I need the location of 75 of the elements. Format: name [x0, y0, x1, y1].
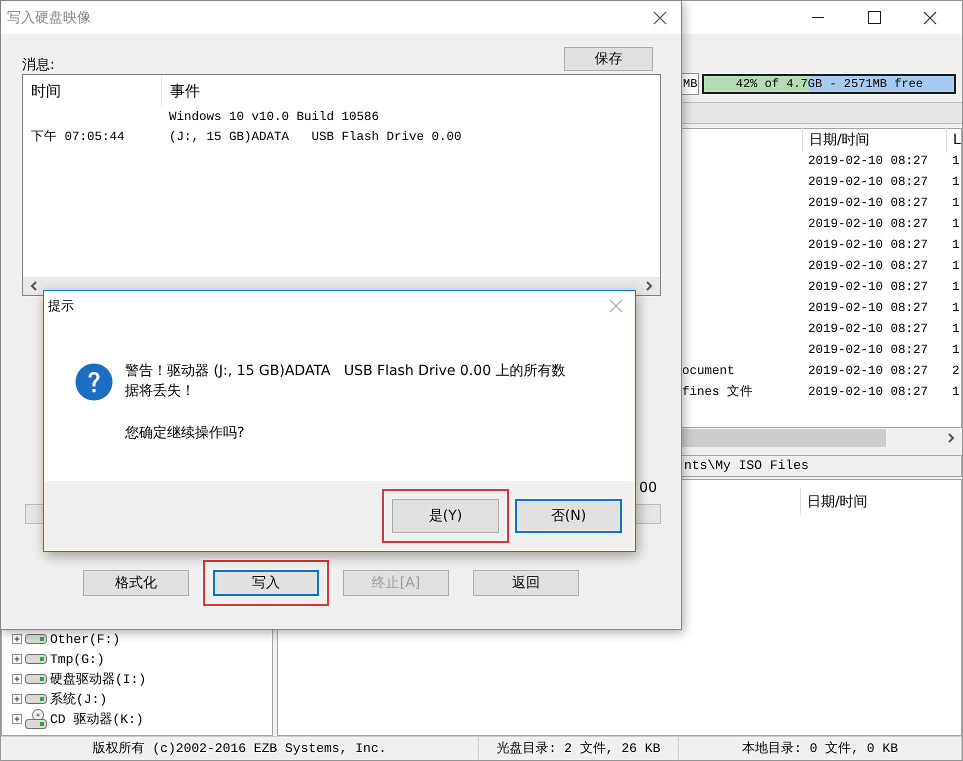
status-text: 本地目录: 0 文件, 0 KB [679, 737, 962, 760]
capacity-label: 42% of 4.7GB - 2571MB free [734, 76, 924, 92]
column-header[interactable]: 日期/时间 [802, 126, 946, 152]
expand-icon[interactable] [12, 654, 22, 664]
tree-item[interactable]: Other(F:) [50, 632, 120, 646]
table-cell-text: 1 [951, 154, 961, 168]
column-header[interactable]: L [946, 126, 961, 152]
status-text: 光盘目录: 2 文件, 26 KB [479, 737, 679, 760]
status-text: 版权所有 (c)2002-2016 EZB Systems, Inc. [1, 737, 479, 760]
drive-icon [25, 674, 47, 684]
close-icon [923, 10, 937, 24]
chevron-left-icon [30, 281, 38, 291]
expand-icon[interactable] [12, 694, 22, 704]
date-cell-text: 2019-02-10 08:27 [807, 196, 930, 210]
date-cell-text: 2019-02-10 08:27 [807, 216, 930, 230]
maximize-icon [868, 11, 880, 24]
file-name: fines 文件 [682, 384, 754, 400]
date-cell-text: 2019-02-10 08:27 [807, 280, 930, 294]
drive-icon [25, 634, 47, 644]
status-value: 00 [639, 480, 657, 496]
table-cell-text: 1 [951, 322, 961, 336]
cd-drive-icon [25, 709, 47, 729]
question-icon [75, 363, 113, 401]
table-cell-text: 1 [951, 300, 961, 314]
dialog-button[interactable]: 否(N) [515, 499, 622, 533]
save-button[interactable]: 保存 [564, 47, 653, 71]
tree-item[interactable]: Tmp(G:) [50, 652, 105, 666]
dialog-button[interactable]: 格式化 [83, 570, 189, 596]
date-cell-text: 2019-02-10 08:27 [807, 322, 930, 336]
close-icon [609, 299, 623, 313]
drive-icon [25, 654, 47, 664]
column-header[interactable]: 事件 [161, 75, 660, 107]
drive-icon [25, 694, 47, 704]
table-cell-text: 1 [951, 216, 961, 230]
date-cell-text: 2019-02-10 08:27 [807, 258, 930, 272]
chevron-right-icon [947, 433, 955, 443]
dialog-title: 写入硬盘映像 [7, 8, 91, 26]
table-cell-text: 1 [951, 238, 961, 252]
column-header[interactable]: 时间 [23, 75, 161, 107]
disc-size-selector[interactable]: MB [681, 73, 700, 95]
warning-message: 警告！驱动器 (J:, 15 GB)ADATA USB Flash Drive 0.00 上的所有数据将丢失！ [125, 362, 567, 401]
date-cell-text: 2019-02-10 08:27 [807, 364, 930, 378]
table-cell-text: 1 [951, 174, 961, 188]
tree-item[interactable]: 系统(J:) [50, 690, 108, 708]
column-header[interactable]: 日期/时间 [800, 489, 944, 515]
minimize-icon [812, 16, 824, 18]
time-cell-text: 下午 07:05:44 [30, 129, 126, 146]
tree-item[interactable]: CD 驱动器(K:) [50, 710, 144, 728]
date-cell-text: 2019-02-10 08:27 [807, 300, 930, 314]
dialog-button[interactable]: 是(Y) [392, 499, 499, 533]
dialog-button[interactable]: 返回 [473, 570, 579, 596]
expand-icon[interactable] [12, 634, 22, 644]
expand-icon[interactable] [12, 674, 22, 684]
date-cell-text: 2019-02-10 08:27 [807, 238, 930, 252]
chevron-right-icon [645, 281, 653, 291]
close-icon [653, 10, 667, 24]
date-cell-text: 2019-02-10 08:27 [807, 154, 930, 168]
table-cell-text: 1 [951, 280, 961, 294]
dialog-title: 提示 [48, 298, 74, 315]
file-name: ocument [682, 364, 736, 378]
table-cell-text: 1 [951, 258, 961, 272]
date-cell-text: 2019-02-10 08:27 [807, 174, 930, 188]
tree-item[interactable]: 硬盘驱动器(I:) [50, 670, 146, 688]
date-cell-text: 2019-02-10 08:27 [807, 384, 930, 398]
event-cell-text: (J:, 15 GB)ADATA USB Flash Drive 0.00 [168, 129, 463, 146]
confirm-question: 您确定继续操作吗? [125, 424, 246, 443]
messages-label: 消息: [22, 56, 55, 74]
date-cell-text: 2019-02-10 08:27 [807, 342, 930, 356]
table-cell-text: 1 [951, 342, 961, 356]
table-cell-text: 1 [951, 384, 961, 398]
table-cell-text: 1 [951, 196, 961, 210]
expand-icon[interactable] [12, 714, 22, 724]
table-cell-text: 2 [951, 364, 961, 378]
dialog-button[interactable]: 写入 [213, 570, 319, 596]
event-cell-text: Windows 10 v10.0 Build 10586 [168, 109, 380, 126]
